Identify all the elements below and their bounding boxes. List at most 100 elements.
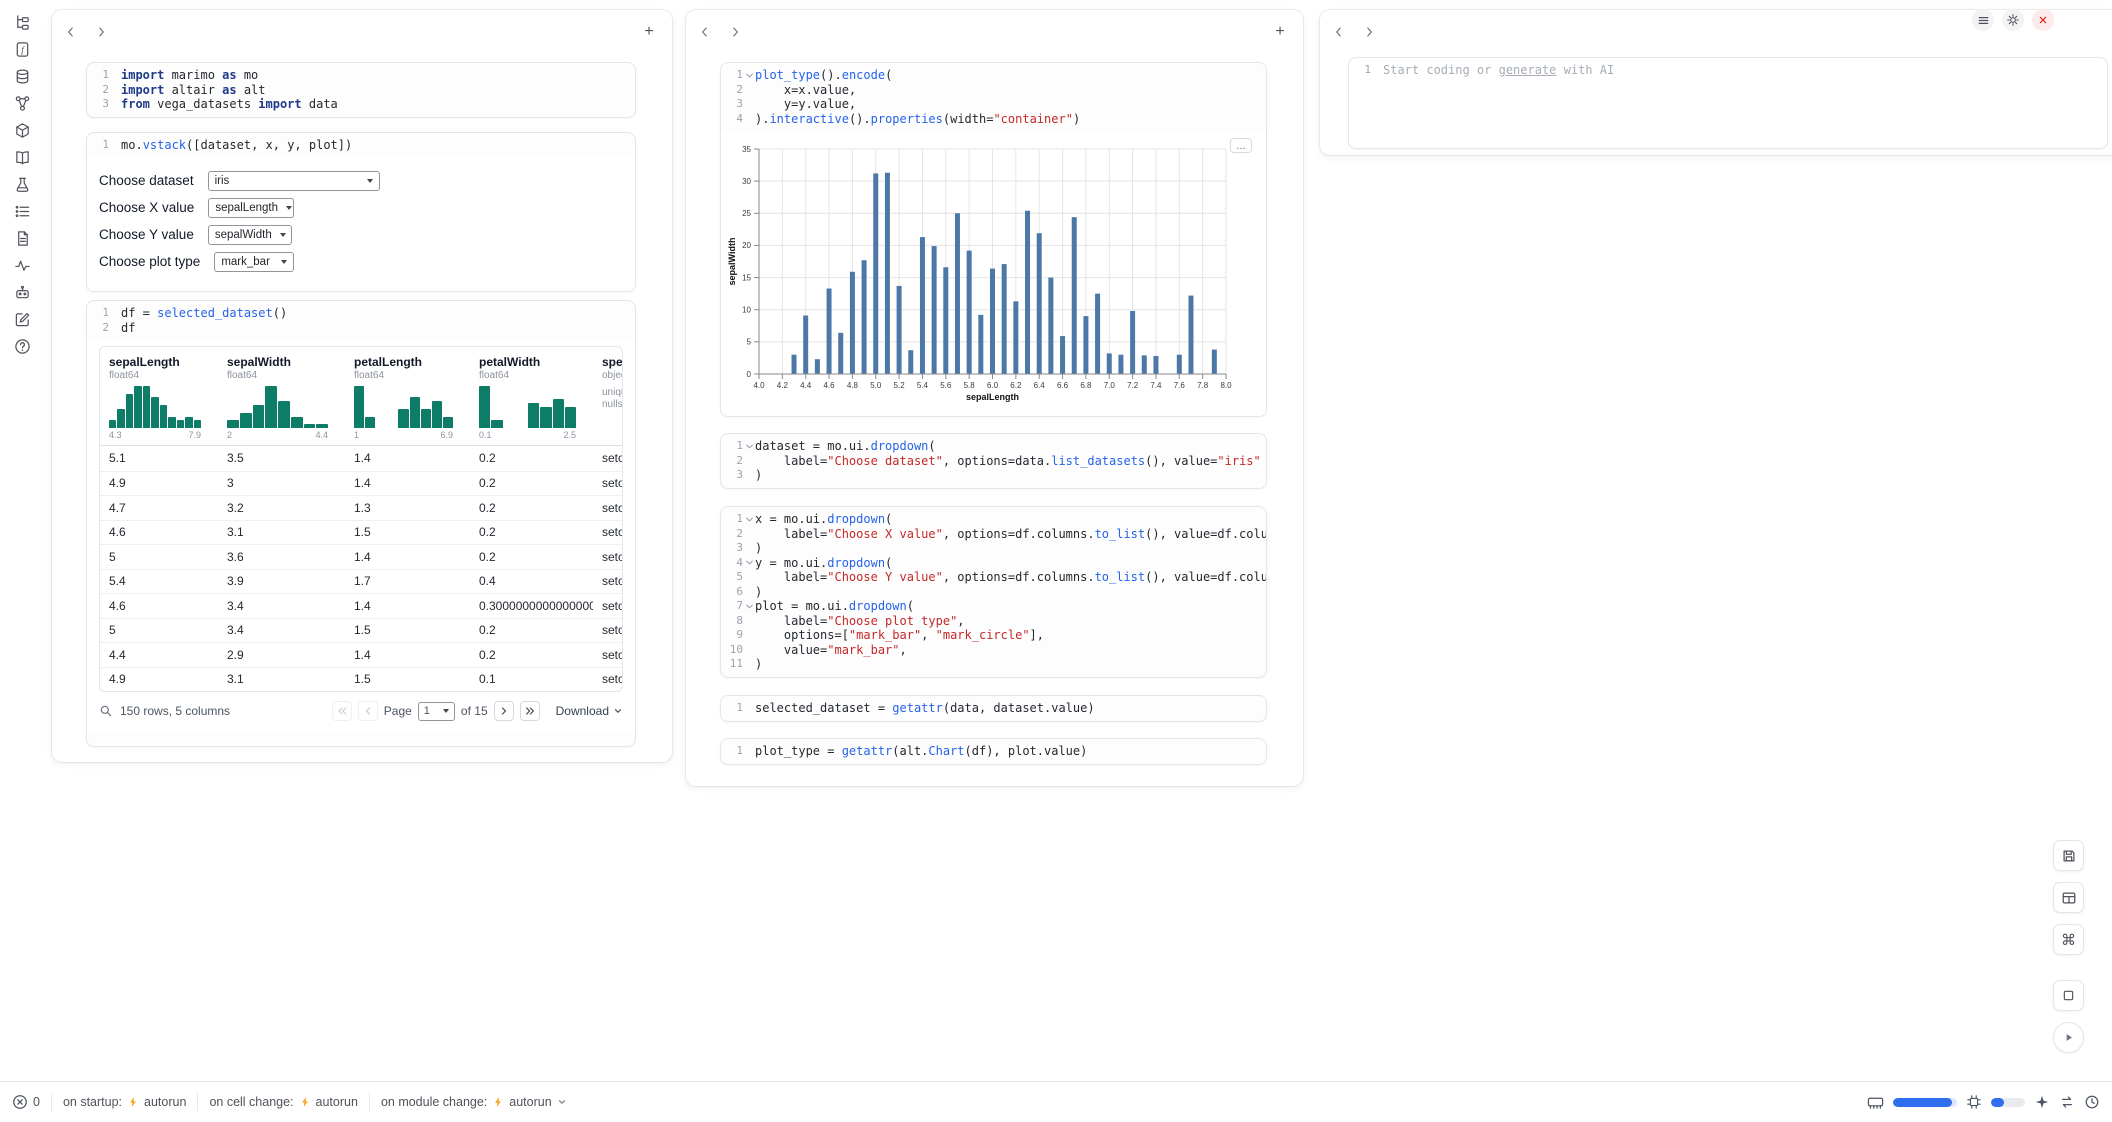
snippets-icon[interactable] — [9, 172, 35, 196]
autorun-setting[interactable]: on startup:autorun — [63, 1095, 186, 1109]
line-number: 3 — [727, 97, 743, 112]
chevron-right-icon — [94, 25, 108, 39]
choose-dataset-select[interactable]: iris — [208, 171, 380, 191]
tracebacks-icon[interactable] — [9, 253, 35, 277]
chevrons-left-icon — [336, 705, 348, 717]
download-button[interactable]: Download — [556, 704, 623, 718]
code-line: x = mo.ui.dropdown( — [755, 512, 892, 527]
notebook-menu-button[interactable] — [1972, 9, 1994, 31]
layout-select-button[interactable] — [2053, 882, 2084, 913]
code-editor[interactable]: 1dataset = mo.ui.dropdown(2 label="Choos… — [721, 434, 1266, 488]
connection-icon[interactable] — [2059, 1094, 2075, 1110]
files-icon[interactable] — [9, 10, 35, 34]
choose-x-select[interactable]: sepalLength — [208, 198, 294, 218]
scratchpad-icon[interactable] — [9, 307, 35, 331]
settings-button[interactable] — [2002, 9, 2024, 31]
errors-indicator[interactable]: 0 — [12, 1094, 40, 1110]
autorun-settings: on startup:autorun on cell change:autorun… — [40, 1093, 567, 1111]
code-line: mo.vstack([dataset, x, y, plot]) — [121, 138, 352, 153]
run-all-button[interactable] — [2053, 1022, 2084, 1053]
runtime-clock-icon[interactable] — [2084, 1094, 2100, 1110]
cell-xy-plot-dropdowns: 1x = mo.ui.dropdown(2 label="Choose X va… — [720, 506, 1267, 678]
code-editor[interactable]: 1 Start coding or generate with AI — [1349, 58, 2107, 83]
column-header-sepalWidth[interactable]: sepalWidthfloat6424.4 — [218, 355, 345, 440]
code-editor[interactable]: 1selected_dataset = getattr(data, datase… — [721, 696, 1266, 721]
fold-caret-icon[interactable] — [743, 556, 755, 571]
prev-page-button[interactable] — [358, 701, 378, 721]
svg-text:4.2: 4.2 — [777, 381, 789, 390]
autorun-setting[interactable]: on module change:autorun — [381, 1095, 567, 1109]
column-collapse-right-button[interactable] — [724, 21, 746, 43]
keyboard-shortcuts-button[interactable]: ⌘ — [2053, 924, 2084, 955]
column-collapse-right-button[interactable] — [1358, 21, 1380, 43]
play-icon — [2061, 1030, 2076, 1045]
code-editor[interactable]: 1import marimo as mo2import altair as al… — [87, 63, 635, 117]
add-cell-button[interactable]: + — [638, 21, 660, 43]
gutter-spacer — [743, 570, 755, 585]
first-page-button[interactable] — [332, 701, 352, 721]
left-icon-rail: f — [0, 0, 44, 1122]
code-line: label="Choose Y value", options=df.colum… — [755, 570, 1267, 585]
column-header-sepalLength[interactable]: sepalLengthfloat644.37.9 — [100, 355, 218, 440]
line-number: 3 — [727, 468, 743, 483]
fold-caret-icon[interactable] — [743, 68, 755, 83]
chart-output[interactable]: ... 4.04.24.44.64.85.05.25.45.65.86.06.2… — [721, 131, 1266, 416]
column-collapse-left-button[interactable] — [694, 21, 716, 43]
ai-assistant-icon[interactable] — [2034, 1094, 2050, 1110]
outline-icon[interactable] — [9, 199, 35, 223]
next-page-button[interactable] — [494, 701, 514, 721]
gear-icon — [2006, 13, 2020, 27]
datasources-icon[interactable] — [9, 64, 35, 88]
column-collapse-left-button[interactable] — [1328, 21, 1350, 43]
last-page-button[interactable] — [520, 701, 540, 721]
fold-caret-icon[interactable] — [743, 512, 755, 527]
logs-icon[interactable] — [9, 226, 35, 250]
code-editor[interactable]: 1plot_type = getattr(alt.Chart(df), plot… — [721, 739, 1266, 764]
add-cell-button[interactable]: + — [1269, 21, 1291, 43]
cpu-icon[interactable] — [1966, 1094, 1982, 1110]
choose-y-select[interactable]: sepalWidth — [208, 225, 292, 245]
save-notebook-button[interactable] — [2053, 840, 2084, 871]
fold-caret-icon[interactable] — [743, 599, 755, 614]
line-number: 2 — [727, 454, 743, 469]
page-number-select[interactable]: 1 — [418, 702, 455, 721]
code-editor[interactable]: 1mo.vstack([dataset, x, y, plot]) — [87, 133, 635, 158]
search-icon[interactable] — [99, 704, 113, 718]
table-summary: 150 rows, 5 columns — [120, 704, 230, 718]
dependency-graph-icon[interactable] — [9, 91, 35, 115]
code-line: options=["mark_bar", "mark_circle"], — [755, 628, 1044, 643]
save-icon — [2061, 848, 2077, 864]
gutter-spacer — [743, 83, 755, 98]
column-header-petalLength[interactable]: petalLengthfloat6416.9 — [345, 355, 470, 440]
documentation-icon[interactable] — [9, 145, 35, 169]
packages-icon[interactable] — [9, 118, 35, 142]
gutter-spacer — [109, 321, 121, 336]
ai-chat-icon[interactable] — [9, 280, 35, 304]
table-row: 5.13.51.40.2setosa — [100, 446, 622, 471]
code-editor[interactable]: 1df = selected_dataset()2df — [87, 301, 635, 340]
autorun-setting[interactable]: on cell change:autorun — [209, 1095, 358, 1109]
page-of-label: of 15 — [461, 704, 488, 718]
choose-plot-type-select[interactable]: mark_bar — [214, 252, 294, 272]
column-header-species[interactable]: speciesobjectunique:nulls: — [593, 355, 623, 440]
svg-text:7.4: 7.4 — [1150, 381, 1162, 390]
table-row: 4.42.91.40.2setosa — [100, 642, 622, 667]
shutdown-button[interactable] — [2032, 9, 2054, 31]
command-icon: ⌘ — [2061, 931, 2076, 949]
memory-icon[interactable] — [1867, 1094, 1884, 1111]
line-number: 2 — [727, 83, 743, 98]
help-icon[interactable] — [9, 334, 35, 358]
code-editor[interactable]: 1x = mo.ui.dropdown(2 label="Choose X va… — [721, 507, 1266, 677]
column-header-petalWidth[interactable]: petalWidthfloat640.12.5 — [470, 355, 593, 440]
code-editor[interactable]: 1plot_type().encode(2 x=x.value,3 y=y.va… — [721, 63, 1266, 131]
column-collapse-left-button[interactable] — [60, 21, 82, 43]
generate-with-ai-link[interactable]: generate — [1499, 63, 1557, 77]
marimo-file-icon[interactable]: f — [9, 37, 35, 61]
chart-menu-button[interactable]: ... — [1230, 138, 1252, 153]
cell-empty-new: 1 Start coding or generate with AI — [1348, 57, 2108, 149]
fold-caret-icon[interactable] — [743, 439, 755, 454]
column-collapse-right-button[interactable] — [90, 21, 112, 43]
cell-selected-dataset: 1selected_dataset = getattr(data, datase… — [720, 695, 1267, 722]
gutter-spacer — [743, 527, 755, 542]
scratchpad-panel-button[interactable] — [2053, 980, 2084, 1011]
